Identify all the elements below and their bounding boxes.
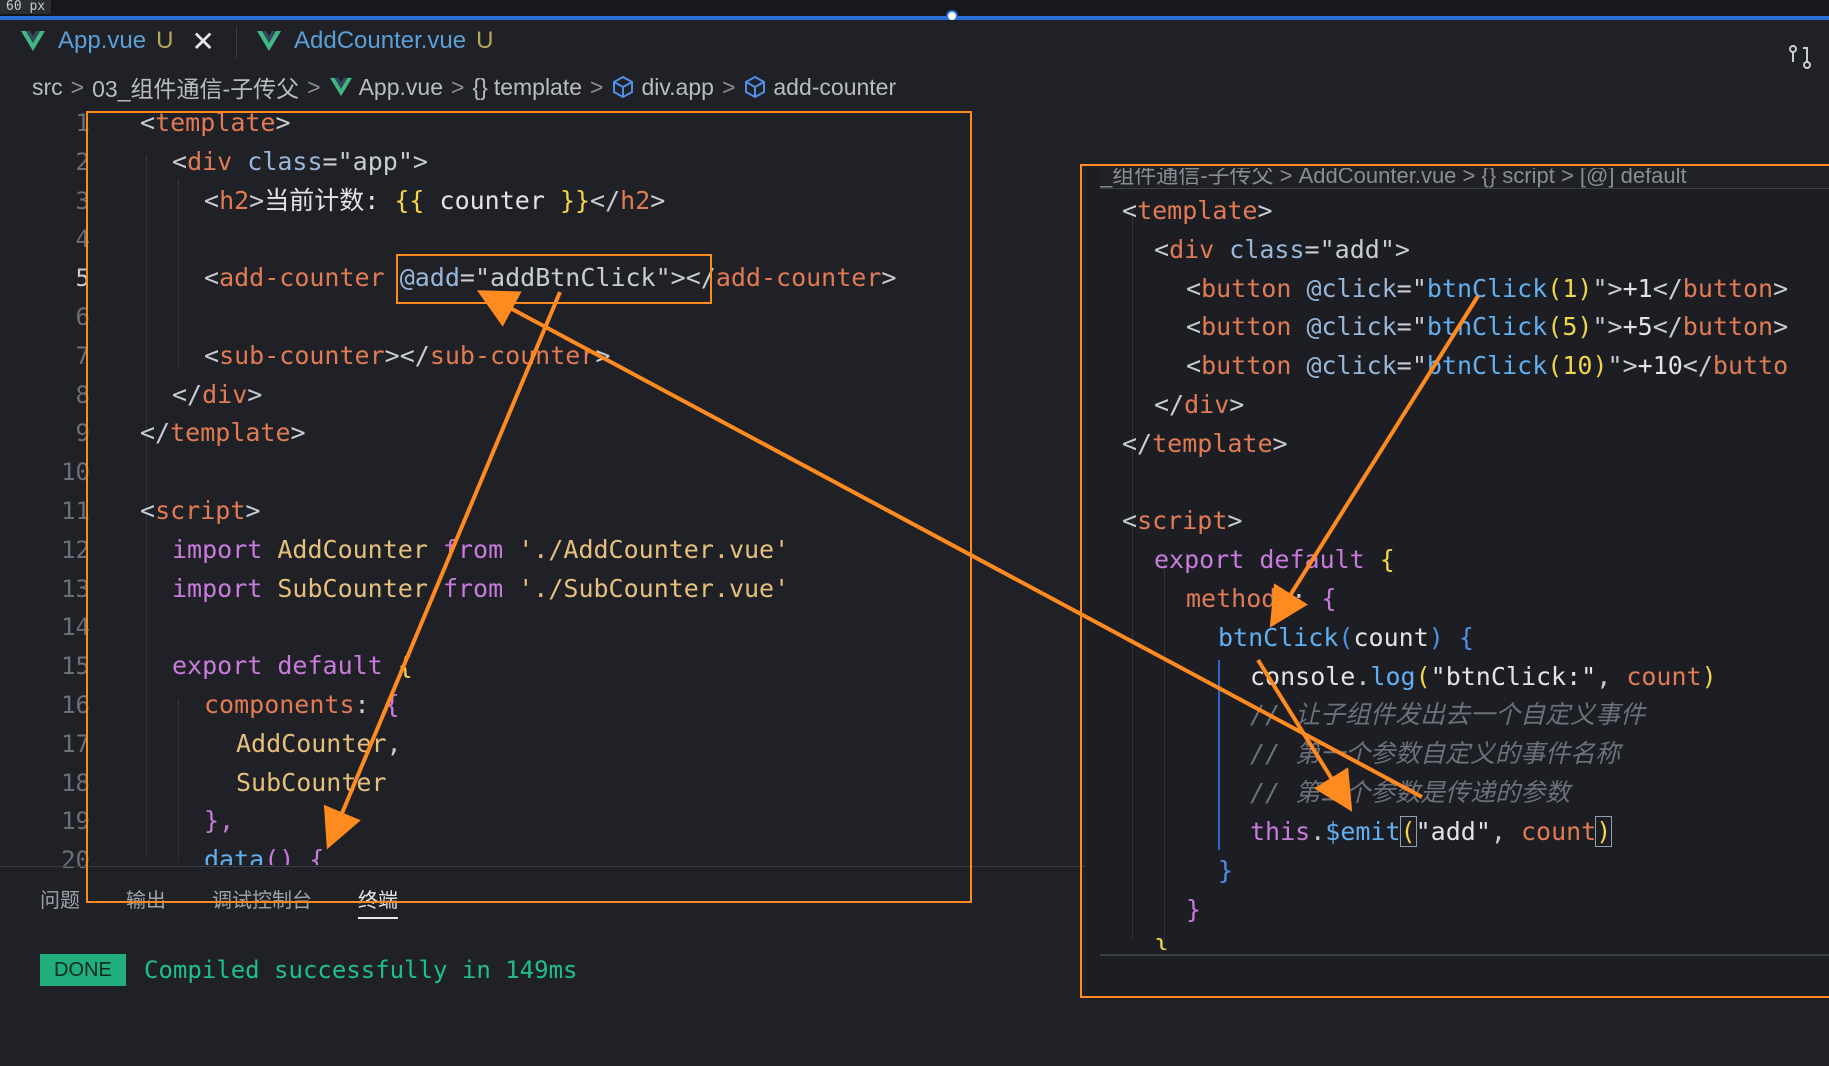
tab-label: AddCounter.vue — [294, 27, 467, 54]
tab-app-vue[interactable]: App.vue U ✕ — [20, 20, 215, 62]
tab-status: U — [476, 27, 494, 54]
line-number: 16 — [61, 691, 90, 719]
line-number: 2 — [75, 148, 90, 176]
right-highlight-box — [1080, 164, 1829, 998]
add-event-highlight-box — [396, 254, 712, 304]
line-number: 18 — [61, 769, 90, 797]
line-number: 13 — [61, 575, 90, 603]
line-number: 20 — [61, 846, 90, 874]
vue-file-icon — [21, 31, 45, 51]
chevron-right-icon: > — [721, 73, 736, 100]
line-number: 15 — [61, 652, 90, 680]
line-number: 4 — [75, 225, 90, 253]
pixel-label: 60 px — [0, 0, 52, 14]
line-number: 8 — [75, 381, 90, 409]
close-icon[interactable]: ✕ — [191, 25, 214, 58]
line-number: 6 — [75, 303, 90, 331]
tab-label: App.vue — [58, 27, 147, 54]
breadcrumb-template[interactable]: template — [494, 74, 582, 101]
terminal-message: Compiled successfully in 149ms — [144, 956, 578, 984]
breadcrumb-add-counter[interactable]: add-counter — [773, 74, 896, 101]
cube-icon — [613, 75, 634, 99]
done-badge: DONE — [40, 954, 126, 986]
source-control-compare-icon[interactable] — [1787, 44, 1813, 70]
line-number: 17 — [61, 730, 90, 758]
breadcrumb-div-app[interactable]: div.app — [641, 74, 713, 101]
breadcrumb: src > 03_组件通信-子传父 > App.vue > {} templat… — [32, 70, 896, 104]
vue-file-icon — [257, 31, 281, 51]
tab-separator — [236, 26, 237, 58]
line-number: 11 — [61, 497, 90, 525]
chevron-right-icon: > — [590, 73, 604, 100]
chevron-right-icon: > — [451, 73, 465, 100]
line-number: 1 — [75, 109, 90, 137]
line-number: 19 — [61, 807, 90, 835]
chevron-right-icon: > — [307, 73, 321, 100]
vue-file-icon — [329, 77, 352, 97]
line-number: 12 — [61, 536, 90, 564]
line-number: 7 — [75, 342, 90, 370]
left-highlight-box — [86, 111, 972, 903]
line-number: 9 — [75, 419, 90, 447]
line-number: 10 — [61, 458, 90, 486]
tab-status: U — [156, 27, 174, 54]
breadcrumb-file[interactable]: App.vue — [359, 74, 443, 101]
tab-problems[interactable]: 问题 — [40, 884, 80, 919]
tab-addcounter-vue[interactable]: AddCounter.vue U — [256, 20, 493, 62]
editor-tab-bar: App.vue U ✕ AddCounter.vue U — [0, 20, 1829, 69]
braces-icon: {} — [472, 73, 488, 100]
breadcrumb-folder[interactable]: 03_组件通信-子传父 — [92, 70, 299, 104]
line-number-active: 5 — [75, 264, 90, 292]
line-number: 14 — [61, 613, 90, 641]
cube-icon — [745, 75, 766, 99]
breadcrumb-src[interactable]: src — [32, 74, 63, 101]
chevron-right-icon: > — [70, 73, 85, 100]
line-number: 3 — [75, 187, 90, 215]
